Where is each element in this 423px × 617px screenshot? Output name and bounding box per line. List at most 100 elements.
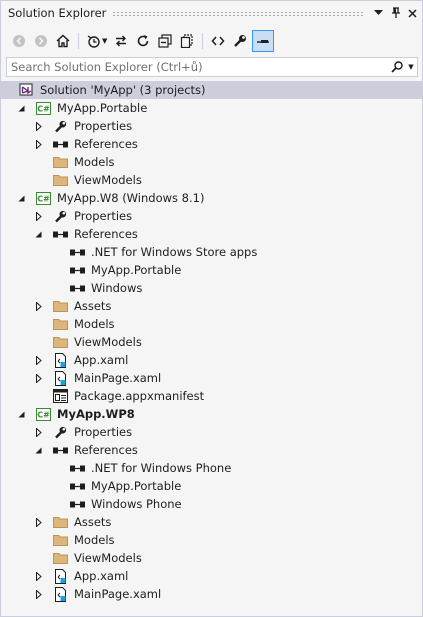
reference-item[interactable]: MyApp.Portable <box>1 477 422 495</box>
tree-item[interactable]: Assets <box>1 297 422 315</box>
xaml-file-icon <box>52 352 68 368</box>
solution-icon <box>18 82 34 98</box>
tree-item-label: Properties <box>74 425 133 439</box>
tree-item[interactable]: References <box>1 225 422 243</box>
reference-item[interactable]: .NET for Windows Store apps <box>1 243 422 261</box>
tree-item[interactable]: ViewModels <box>1 333 422 351</box>
collapsed-arrow-icon[interactable] <box>34 589 43 599</box>
solution-node[interactable]: Solution 'MyApp' (3 projects) <box>1 81 422 99</box>
tree-item-label: Models <box>74 155 115 169</box>
tree-item[interactable]: Package.appxmanifest <box>1 387 422 405</box>
search-placeholder[interactable]: Search Solution Explorer (Ctrl+ů) <box>11 60 389 74</box>
project-node[interactable]: C# MyApp.Portable <box>1 99 422 117</box>
refresh-icon[interactable] <box>133 30 153 52</box>
collapsed-arrow-icon[interactable] <box>34 571 43 581</box>
assembly-icon <box>69 496 85 512</box>
tree-item-label: ViewModels <box>74 551 142 565</box>
expanded-arrow-icon[interactable] <box>17 104 26 113</box>
wrench-icon <box>52 208 68 224</box>
collapsed-arrow-icon[interactable] <box>34 427 43 437</box>
wrench-icon <box>52 118 68 134</box>
tree-item-label: MyApp.Portable <box>91 479 182 493</box>
view-code-icon[interactable] <box>208 30 228 52</box>
csharp-project-icon: C# <box>35 406 51 422</box>
tree-item[interactable]: Properties <box>1 207 422 225</box>
tree-item[interactable]: App.xaml <box>1 567 422 585</box>
collapsed-arrow-icon[interactable] <box>34 211 43 221</box>
tree-item[interactable]: References <box>1 441 422 459</box>
wrench-icon <box>52 424 68 440</box>
tree-item-label: References <box>74 443 138 457</box>
collapsed-arrow-icon[interactable] <box>34 373 43 383</box>
back-button[interactable] <box>9 30 29 52</box>
tree-item[interactable]: Models <box>1 153 422 171</box>
expanded-arrow-icon[interactable] <box>34 446 43 455</box>
tree-item[interactable]: Properties <box>1 117 422 135</box>
tree-item[interactable]: References <box>1 135 422 153</box>
references-icon <box>52 226 68 242</box>
tree-item[interactable]: ViewModels <box>1 171 422 189</box>
folder-icon <box>52 514 68 530</box>
tree-item-label: .NET for Windows Store apps <box>91 245 258 259</box>
project-node[interactable]: C# MyApp.W8 (Windows 8.1) <box>1 189 422 207</box>
pending-changes-filter-icon[interactable] <box>84 30 104 52</box>
tree-item-label: Models <box>74 533 115 547</box>
xaml-file-icon <box>52 370 68 386</box>
tree-item-label: MainPage.xaml <box>74 371 162 385</box>
expanded-arrow-icon[interactable] <box>34 230 43 239</box>
expanded-arrow-icon[interactable] <box>17 410 26 419</box>
search-options-dropdown-icon[interactable]: ▼ <box>405 63 417 71</box>
tree-item-label: MyApp.Portable <box>91 263 182 277</box>
tree-item-label: MyApp.W8 (Windows 8.1) <box>57 191 205 205</box>
collapsed-arrow-icon[interactable] <box>34 139 43 149</box>
tree-item-label: Properties <box>74 119 133 133</box>
tree-item[interactable]: MainPage.xaml <box>1 369 422 387</box>
tree-item[interactable]: Assets <box>1 513 422 531</box>
tree-item-label: References <box>74 137 138 151</box>
folder-icon <box>52 532 68 548</box>
home-icon[interactable] <box>53 30 73 52</box>
project-node[interactable]: C# MyApp.WP8 <box>1 405 422 423</box>
tree-item[interactable]: MainPage.xaml <box>1 585 422 603</box>
reference-item[interactable]: Windows <box>1 279 422 297</box>
tree-item[interactable]: ViewModels <box>1 549 422 567</box>
collapse-all-icon[interactable] <box>155 30 175 52</box>
window-position-dropdown-icon[interactable] <box>371 5 386 21</box>
pin-icon[interactable] <box>388 5 403 21</box>
close-icon[interactable] <box>405 5 420 21</box>
search-input[interactable]: Search Solution Explorer (Ctrl+ů) ▼ <box>6 57 418 77</box>
folder-icon <box>52 550 68 566</box>
tree-item-label: .NET for Windows Phone <box>91 461 232 475</box>
reference-item[interactable]: .NET for Windows Phone <box>1 459 422 477</box>
tree-item[interactable]: App.xaml <box>1 351 422 369</box>
reference-item[interactable]: Windows Phone <box>1 495 422 513</box>
tree-item[interactable]: Models <box>1 531 422 549</box>
title-grip[interactable] <box>112 10 365 16</box>
preview-selected-items-icon[interactable] <box>252 30 275 52</box>
show-all-files-icon[interactable] <box>177 30 197 52</box>
tree-item[interactable]: Models <box>1 315 422 333</box>
tree-item-label: Assets <box>74 515 112 529</box>
forward-button[interactable] <box>31 30 51 52</box>
tree-item-label: References <box>74 227 138 241</box>
manifest-icon <box>52 388 68 404</box>
solution-explorer-panel: Solution Explorer ▼ Search Solution Expl… <box>0 0 423 617</box>
tree-item-label: Package.appxmanifest <box>74 389 205 403</box>
assembly-icon <box>69 460 85 476</box>
chevron-down-icon[interactable]: ▼ <box>102 37 107 45</box>
svg-text:C#: C# <box>37 194 50 203</box>
tree-item-label: MyApp.Portable <box>57 101 148 115</box>
collapsed-arrow-icon[interactable] <box>34 301 43 311</box>
collapsed-arrow-icon[interactable] <box>34 355 43 365</box>
sync-with-active-document-icon[interactable] <box>111 30 131 52</box>
collapsed-arrow-icon[interactable] <box>34 121 43 131</box>
title-bar[interactable]: Solution Explorer <box>1 1 422 25</box>
tree-item[interactable]: Properties <box>1 423 422 441</box>
collapsed-arrow-icon[interactable] <box>34 517 43 527</box>
svg-text:C#: C# <box>37 410 50 419</box>
tree-item-label: Solution 'MyApp' (3 projects) <box>40 83 206 97</box>
properties-wrench-icon[interactable] <box>230 30 250 52</box>
search-icon[interactable] <box>389 59 405 75</box>
reference-item[interactable]: MyApp.Portable <box>1 261 422 279</box>
expanded-arrow-icon[interactable] <box>17 194 26 203</box>
